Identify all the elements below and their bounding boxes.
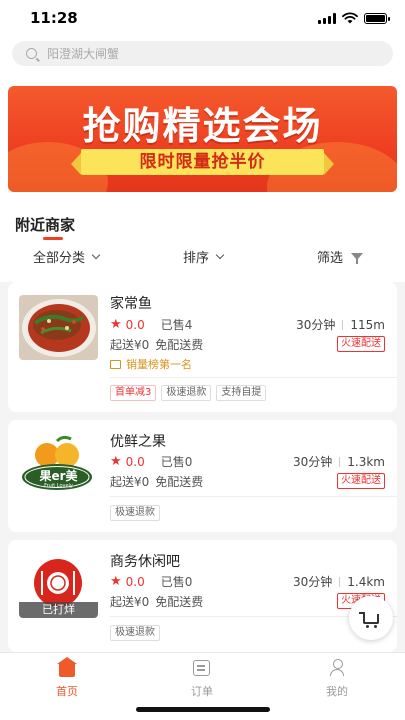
shop-fees: 起送¥0 免配送费 xyxy=(110,593,203,610)
shop-rating: 0.0 xyxy=(125,574,145,589)
divider xyxy=(110,496,397,497)
tag: 极速退款 xyxy=(110,505,160,521)
category-filter-label: 全部分类 xyxy=(33,251,86,266)
tab-home[interactable]: 首页 xyxy=(27,657,107,699)
shop-thumbnail xyxy=(19,295,98,360)
shop-stats: ★ 0.0 已售0 xyxy=(110,453,192,470)
banner-subtitle: 限时限量抢半价 xyxy=(71,149,334,175)
banner-title: 抢购精选会场 xyxy=(82,104,323,148)
orders-icon xyxy=(193,659,211,677)
status-time: 11:28 xyxy=(30,9,78,27)
star-icon: ★ xyxy=(110,317,122,332)
home-indicator xyxy=(136,707,270,712)
min-order: 起送¥0 xyxy=(110,475,150,489)
shop-sold: 已售4 xyxy=(160,318,193,332)
shop-thumbnail: 已打烊 xyxy=(19,553,98,618)
rank-text: 销量榜第一名 xyxy=(126,358,192,371)
delivery-time: 30分钟 xyxy=(292,455,333,469)
shop-fees: 起送¥0 免配送费 xyxy=(110,336,203,353)
rank-label: 销量榜第一名 xyxy=(110,356,192,372)
shop-name: 优鲜之果 xyxy=(110,434,166,450)
shop-distance: 115m xyxy=(350,317,385,332)
delivery-info: 30分钟 115m xyxy=(296,316,385,333)
tag: 首单减3 xyxy=(110,385,157,401)
filter-bar: 全部分类 排序 筛选 xyxy=(0,247,405,269)
delivery-time: 30分钟 xyxy=(292,575,333,589)
shop-rating: 0.0 xyxy=(125,317,145,332)
shop-name: 家常鱼 xyxy=(110,296,152,312)
divider xyxy=(110,377,397,378)
closed-label: 已打烊 xyxy=(19,602,98,618)
tab-orders[interactable]: 订单 xyxy=(162,659,242,699)
shop-card[interactable]: 家常鱼 ★ 0.0 已售4 30分钟 115m 起送¥0 免配送费 火速配送 销… xyxy=(8,282,397,412)
signal-icon xyxy=(318,12,336,24)
min-order: 起送¥0 xyxy=(110,595,150,609)
shop-tags: 首单减3 极速退款 支持自提 xyxy=(110,385,267,401)
tab-mine-label: 我的 xyxy=(326,685,348,698)
promo-banner[interactable]: 抢购精选会场 限时限量抢半价 xyxy=(8,86,397,192)
tab-orders-label: 订单 xyxy=(191,685,213,698)
cart-icon xyxy=(359,612,379,628)
tag: 支持自提 xyxy=(216,385,267,401)
delivery-info: 30分钟 1.4km xyxy=(293,573,385,590)
search-icon xyxy=(26,48,37,59)
status-icons xyxy=(318,12,390,24)
delivery-time: 30分钟 xyxy=(296,318,336,332)
min-order: 起送¥0 xyxy=(110,338,150,352)
shop-tags: 极速退款 xyxy=(110,505,160,521)
home-icon xyxy=(57,657,77,677)
rank-icon xyxy=(110,359,121,369)
profile-icon xyxy=(328,659,346,677)
sort-filter[interactable]: 排序 xyxy=(183,247,225,266)
shop-distance: 1.3km xyxy=(347,454,385,469)
logo-text: 果er美 xyxy=(39,469,78,483)
fast-delivery-badge: 火速配送 xyxy=(337,336,385,352)
chevron-down-icon xyxy=(215,250,225,259)
shop-sold: 已售0 xyxy=(160,455,193,469)
shop-rating: 0.0 xyxy=(125,454,145,469)
star-icon: ★ xyxy=(110,574,122,589)
cart-button[interactable] xyxy=(349,596,393,640)
tag: 极速退款 xyxy=(110,625,160,641)
logo-subtext: Fruit Lovely xyxy=(44,483,73,489)
tag: 极速退款 xyxy=(161,385,212,401)
shop-thumbnail: 果er美 Fruit Lovely xyxy=(19,433,98,498)
delivery-fee: 免配送费 xyxy=(155,475,204,489)
shop-fees: 起送¥0 免配送费 xyxy=(110,473,203,490)
tab-home-label: 首页 xyxy=(56,685,78,698)
shop-distance: 1.4km xyxy=(347,574,385,589)
delivery-fee: 免配送费 xyxy=(155,595,204,609)
battery-icon xyxy=(364,12,390,24)
screen-filter-label: 筛选 xyxy=(317,251,344,266)
funnel-icon xyxy=(351,253,364,264)
shop-card[interactable]: 果er美 Fruit Lovely 优鲜之果 ★ 0.0 已售0 30分钟 1.… xyxy=(8,420,397,532)
screen-filter[interactable]: 筛选 xyxy=(317,247,364,266)
shop-card[interactable]: 已打烊 商务休闲吧 ★ 0.0 已售0 30分钟 1.4km 起送¥0 免配送费… xyxy=(8,540,397,652)
shop-sold: 已售0 xyxy=(160,575,193,589)
search-input[interactable]: 阳澄湖大闸蟹 xyxy=(12,41,393,66)
shop-stats: ★ 0.0 已售0 xyxy=(110,573,192,590)
status-bar: 11:28 xyxy=(0,0,405,38)
title-underline xyxy=(43,237,63,240)
shop-stats: ★ 0.0 已售4 xyxy=(110,316,192,333)
shop-tags: 极速退款 xyxy=(110,625,160,641)
sort-filter-label: 排序 xyxy=(183,251,210,266)
delivery-fee: 免配送费 xyxy=(155,338,204,352)
chevron-down-icon xyxy=(91,250,101,259)
section-title: 附近商家 xyxy=(15,216,76,234)
category-filter[interactable]: 全部分类 xyxy=(33,247,101,266)
delivery-info: 30分钟 1.3km xyxy=(293,453,385,470)
fast-delivery-badge: 火速配送 xyxy=(337,473,385,489)
shop-name: 商务休闲吧 xyxy=(110,554,180,570)
tab-mine[interactable]: 我的 xyxy=(297,659,377,699)
wifi-icon xyxy=(342,12,358,24)
search-placeholder: 阳澄湖大闸蟹 xyxy=(47,47,120,61)
star-icon: ★ xyxy=(110,454,122,469)
